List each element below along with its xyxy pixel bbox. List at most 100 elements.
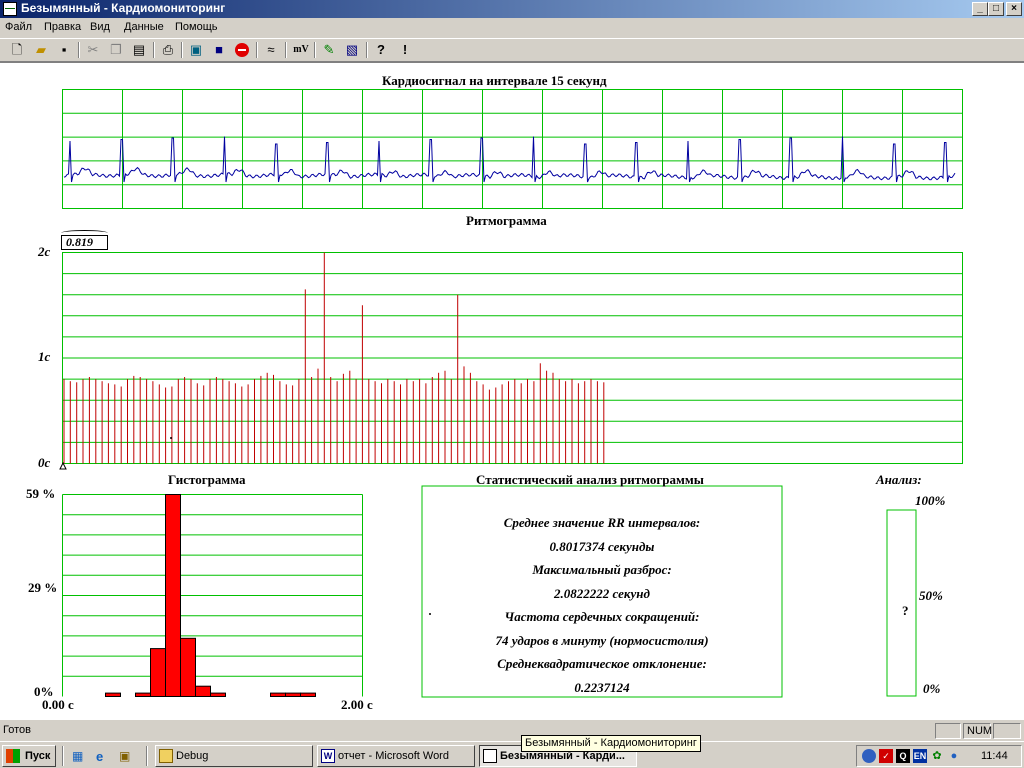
stats-line: 0.8017374 секунды xyxy=(549,538,655,554)
disk-icon[interactable]: ■ xyxy=(210,41,228,59)
histogram-bar xyxy=(165,494,181,697)
quick-launch-icon[interactable]: ▣ xyxy=(119,749,133,763)
rhythm-title: Ритмограмма xyxy=(466,213,547,228)
task-label: отчет - Microsoft Word xyxy=(338,750,449,762)
histogram-bar xyxy=(300,692,316,697)
tray-language-icon[interactable]: EN xyxy=(913,749,927,763)
help-icon[interactable]: ? xyxy=(372,41,390,59)
histogram-bar xyxy=(180,637,196,697)
rhythm-cursor-cap xyxy=(61,230,108,236)
task-debug[interactable]: Debug xyxy=(155,745,313,767)
cardio-app-icon xyxy=(483,749,497,763)
stats-line: Частота сердечных сокращений: xyxy=(504,609,700,624)
taskbar-tooltip: Безымянный - Кардиомониторинг xyxy=(521,735,701,752)
analysis-value: ? xyxy=(902,603,909,618)
histogram-bar xyxy=(195,685,211,698)
new-file-icon[interactable]: 🗋 xyxy=(8,41,26,59)
taskbar: Пуск ▦ e ▣ Debug W отчет - Microsoft Wor… xyxy=(0,741,1024,768)
menu-help[interactable]: Помощь xyxy=(175,21,218,33)
menu-edit[interactable]: Правка xyxy=(44,21,81,33)
taskbar-separator xyxy=(62,746,64,766)
copy-icon[interactable]: ❐ xyxy=(107,41,125,59)
toolbar-separator xyxy=(153,42,155,58)
wave-icon[interactable]: ≈ xyxy=(262,41,280,59)
context-help-icon[interactable]: ! xyxy=(396,41,414,59)
maximize-button[interactable]: □ xyxy=(988,2,1004,16)
menu-file[interactable]: Файл xyxy=(5,21,32,33)
histogram-bar xyxy=(150,648,166,697)
stats-line: Среднее значение RR интервалов: xyxy=(503,515,701,530)
cut-icon[interactable]: ✂ xyxy=(84,41,102,59)
stats-title: Статистический анализ ритмограммы xyxy=(476,472,704,487)
monitor-icon[interactable]: ▣ xyxy=(187,41,205,59)
cardio-grid xyxy=(62,89,963,209)
status-bar: Готов NUM xyxy=(0,721,1024,741)
toolbar: 🗋 ▰ ▪ ✂ ❐ ▤ ⎙ ▣ ■ ≈ mV ✎ ▧ ? ! xyxy=(0,38,1024,62)
title-bar[interactable]: Безымянный - Кардиомониторинг _ □ × xyxy=(0,0,1024,18)
save-icon[interactable]: ▪ xyxy=(55,41,73,59)
analysis-scale-0: 0% xyxy=(923,681,941,696)
rhythm-point-marker xyxy=(170,437,172,439)
start-button[interactable]: Пуск xyxy=(2,745,56,767)
rhythm-cursor-value[interactable]: 0.819 xyxy=(61,235,108,250)
toolbar-separator xyxy=(366,42,368,58)
tray-network-icon[interactable] xyxy=(862,749,876,763)
toolbar-separator xyxy=(78,42,80,58)
histogram-bar xyxy=(270,692,286,697)
word-icon: W xyxy=(321,749,335,763)
status-pane-scroll xyxy=(993,723,1021,739)
histogram-bar xyxy=(135,692,151,697)
clock[interactable]: 11:44 xyxy=(981,750,1008,762)
app-icon[interactable] xyxy=(3,2,17,16)
document-icon[interactable]: ▧ xyxy=(343,41,361,59)
close-button[interactable]: × xyxy=(1006,2,1022,16)
stats-line: 74 ударов в минуту (нормосистолия) xyxy=(495,632,709,648)
histogram-x-label-min: 0.00 с xyxy=(42,697,74,712)
folder-icon xyxy=(159,749,173,763)
stats-content: Среднее значение RR интервалов: 0.801737… xyxy=(423,515,781,703)
task-label: Debug xyxy=(176,750,209,762)
internet-explorer-icon[interactable]: e xyxy=(96,749,110,764)
toolbar-separator xyxy=(285,42,287,58)
histogram-title: Гистограмма xyxy=(168,472,246,487)
status-pane-num: NUM xyxy=(963,723,992,739)
analysis-scale-50: 50% xyxy=(919,588,943,603)
pen-icon[interactable]: ✎ xyxy=(320,41,338,59)
task-word[interactable]: W отчет - Microsoft Word xyxy=(317,745,475,767)
tray-antivirus-icon[interactable]: ✓ xyxy=(879,749,893,763)
window-title: Безымянный - Кардиомониторинг xyxy=(21,1,226,15)
menu-data[interactable]: Данные xyxy=(124,21,164,33)
histogram-bar xyxy=(105,692,121,697)
analysis-scale-100: 100% xyxy=(915,493,946,508)
taskbar-separator xyxy=(146,746,148,766)
status-pane-caps xyxy=(935,723,961,739)
windows-logo-icon xyxy=(6,749,20,763)
print-icon[interactable]: ⎙ xyxy=(159,41,177,59)
cardio-title: Кардиосигнал на интервале 15 секунд xyxy=(382,73,607,88)
cardio-frame xyxy=(62,89,963,209)
status-text: Готов xyxy=(3,724,31,736)
menu-view[interactable]: Вид xyxy=(90,21,110,33)
histogram-grid xyxy=(62,494,363,697)
tray-app-icon[interactable]: ✿ xyxy=(930,749,944,763)
ecg-signal-line xyxy=(63,136,956,183)
open-folder-icon[interactable]: ▰ xyxy=(32,41,50,59)
analysis-title: Анализ: xyxy=(876,472,922,487)
mv-icon[interactable]: mV xyxy=(290,41,312,59)
stop-icon[interactable] xyxy=(233,41,251,59)
tray-q-icon[interactable]: Q xyxy=(896,749,910,763)
rhythm-y-label-2: 2с xyxy=(38,244,51,259)
minimize-button[interactable]: _ xyxy=(972,2,988,16)
main-view: Кардиосигнал на интервале 15 секунд Ритм… xyxy=(0,62,1024,720)
paste-icon[interactable]: ▤ xyxy=(130,41,148,59)
histogram-y-label-mid: 29 % xyxy=(28,580,58,595)
toolbar-separator xyxy=(314,42,316,58)
show-desktop-icon[interactable]: ▦ xyxy=(72,749,86,763)
menu-bar: Файл Правка Вид Данные Помощь xyxy=(0,18,1024,38)
toolbar-separator xyxy=(181,42,183,58)
tray-globe-icon[interactable]: ● xyxy=(947,749,961,763)
rhythm-y-label-0: 0с xyxy=(38,455,51,470)
stats-line: 0.2237124 xyxy=(574,679,630,695)
start-label: Пуск xyxy=(25,750,51,762)
histogram-y-label-max: 59 % xyxy=(26,486,56,501)
